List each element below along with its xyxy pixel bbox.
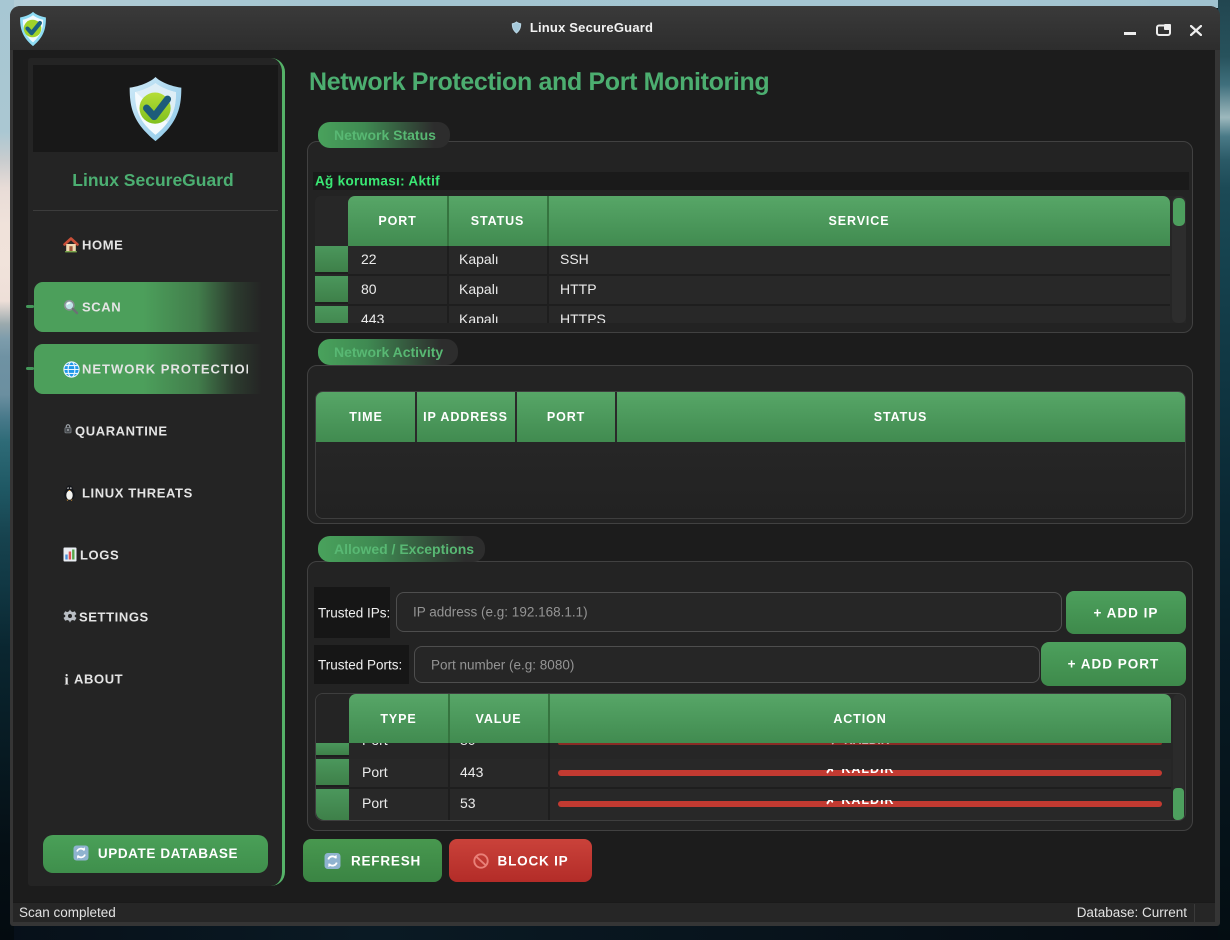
svg-text:i: i: [65, 673, 69, 688]
